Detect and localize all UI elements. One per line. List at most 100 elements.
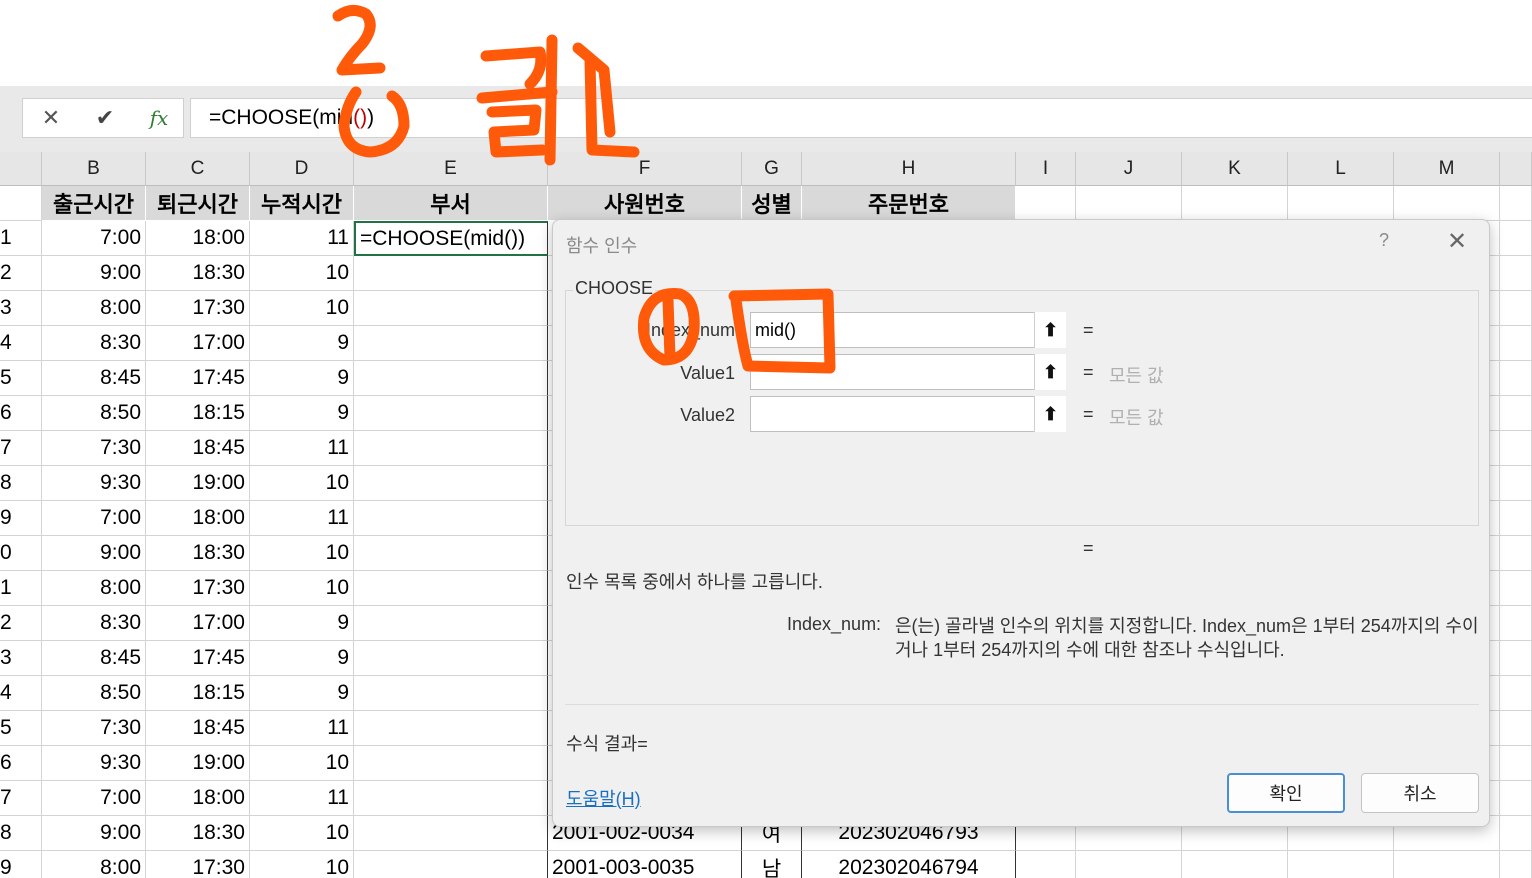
column-header[interactable]: M	[1394, 152, 1500, 186]
empty-cell[interactable]	[1500, 641, 1532, 676]
empty-cell[interactable]	[1394, 851, 1500, 878]
column-header[interactable]: F	[548, 152, 742, 186]
header-cell[interactable]: 사원번호	[548, 186, 742, 221]
formula-input[interactable]: =CHOOSE(mid())	[190, 98, 1532, 138]
empty-cell[interactable]	[1500, 746, 1532, 781]
table-cell[interactable]: 17:30	[146, 291, 250, 326]
header-cell[interactable]: 주문번호	[802, 186, 1016, 221]
table-cell[interactable]: 9:00	[42, 536, 146, 571]
table-cell[interactable]: 7:00	[42, 781, 146, 816]
table-cell[interactable]	[354, 396, 548, 431]
table-cell[interactable]: 9	[250, 606, 354, 641]
enter-formula-button[interactable]: ✔	[85, 99, 125, 137]
table-cell[interactable]: 18:30	[146, 536, 250, 571]
collapse-dialog-button[interactable]: ⬆	[1034, 354, 1066, 390]
row-number[interactable]: 5	[0, 361, 42, 396]
empty-cell[interactable]	[1076, 186, 1182, 221]
row-number[interactable]: 1	[0, 571, 42, 606]
table-cell[interactable]: 17:00	[146, 326, 250, 361]
empty-cell[interactable]	[1016, 851, 1076, 878]
table-cell[interactable]	[354, 466, 548, 501]
table-cell[interactable]: 10	[250, 466, 354, 501]
column-header[interactable]: L	[1288, 152, 1394, 186]
table-cell[interactable]: 8:00	[42, 851, 146, 878]
row-number[interactable]: 4	[0, 326, 42, 361]
table-cell[interactable]: 9:00	[42, 816, 146, 851]
header-cell[interactable]: 출근시간	[42, 186, 146, 221]
table-cell[interactable]: 9	[250, 396, 354, 431]
table-cell[interactable]: 18:00	[146, 781, 250, 816]
empty-cell[interactable]	[1076, 851, 1182, 878]
table-cell[interactable]: 202302046794	[802, 851, 1016, 878]
table-cell[interactable]	[354, 641, 548, 676]
table-cell[interactable]: 18:30	[146, 256, 250, 291]
table-cell[interactable]: 10	[250, 536, 354, 571]
column-header[interactable]: E	[354, 152, 548, 186]
table-cell[interactable]: 10	[250, 256, 354, 291]
help-link[interactable]: 도움말(H)	[566, 785, 641, 811]
empty-cell[interactable]	[1500, 361, 1532, 396]
table-cell[interactable]: 11	[250, 501, 354, 536]
table-cell[interactable]: 7:00	[42, 221, 146, 256]
table-cell[interactable]: 8:30	[42, 606, 146, 641]
cancel-formula-button[interactable]: ✕	[31, 99, 71, 137]
table-cell[interactable]: 18:00	[146, 501, 250, 536]
table-cell[interactable]: 10	[250, 851, 354, 878]
table-cell[interactable]	[354, 851, 548, 878]
table-cell[interactable]: 9	[250, 326, 354, 361]
row-number[interactable]: 4	[0, 676, 42, 711]
empty-cell[interactable]	[1500, 711, 1532, 746]
table-cell[interactable]: 8:00	[42, 291, 146, 326]
row-number[interactable]: 1	[0, 221, 42, 256]
table-cell[interactable]: 10	[250, 571, 354, 606]
table-cell[interactable]: 18:00	[146, 221, 250, 256]
table-cell[interactable]: 9:00	[42, 256, 146, 291]
empty-cell[interactable]	[1500, 186, 1532, 221]
empty-cell[interactable]	[1182, 186, 1288, 221]
table-cell[interactable]: 17:45	[146, 361, 250, 396]
table-cell[interactable]: =CHOOSE(mid())	[354, 221, 548, 256]
table-cell[interactable]	[354, 781, 548, 816]
table-cell[interactable]: 10	[250, 746, 354, 781]
column-header[interactable]: I	[1016, 152, 1076, 186]
empty-cell[interactable]	[1500, 781, 1532, 816]
arg-input-index-num[interactable]: mid()	[750, 312, 1066, 348]
header-cell[interactable]: 퇴근시간	[146, 186, 250, 221]
empty-cell[interactable]	[1500, 851, 1532, 878]
table-cell[interactable]	[354, 361, 548, 396]
table-cell[interactable]: 남	[742, 851, 802, 878]
empty-cell[interactable]	[1500, 466, 1532, 501]
table-cell[interactable]: 17:30	[146, 571, 250, 606]
table-cell[interactable]: 19:00	[146, 746, 250, 781]
table-cell[interactable]: 2001-003-0035	[548, 851, 742, 878]
row-number[interactable]: 7	[0, 431, 42, 466]
table-cell[interactable]: 18:30	[146, 816, 250, 851]
empty-cell[interactable]	[1500, 326, 1532, 361]
column-header[interactable]	[1500, 152, 1532, 186]
empty-cell[interactable]	[1016, 186, 1076, 221]
table-cell[interactable]: 8:30	[42, 326, 146, 361]
header-cell[interactable]: 부서	[354, 186, 548, 221]
table-cell[interactable]: 17:00	[146, 606, 250, 641]
column-header[interactable]: K	[1182, 152, 1288, 186]
empty-cell[interactable]	[1500, 676, 1532, 711]
row-number[interactable]: 9	[0, 851, 42, 878]
empty-cell[interactable]	[1500, 571, 1532, 606]
table-cell[interactable]: 8:50	[42, 396, 146, 431]
table-cell[interactable]: 19:00	[146, 466, 250, 501]
empty-cell[interactable]	[1500, 501, 1532, 536]
column-header[interactable]: J	[1076, 152, 1182, 186]
table-cell[interactable]: 8:45	[42, 361, 146, 396]
dialog-close-button[interactable]: ✕	[1443, 224, 1471, 258]
ok-button[interactable]: 확인	[1227, 773, 1345, 813]
empty-cell[interactable]	[1500, 291, 1532, 326]
row-number[interactable]: 2	[0, 256, 42, 291]
table-cell[interactable]: 8:45	[42, 641, 146, 676]
table-cell[interactable]	[354, 536, 548, 571]
row-number[interactable]: 2	[0, 606, 42, 641]
row-number[interactable]: 7	[0, 781, 42, 816]
table-cell[interactable]: 18:45	[146, 431, 250, 466]
table-cell[interactable]: 9:30	[42, 466, 146, 501]
table-cell[interactable]: 18:45	[146, 711, 250, 746]
table-cell[interactable]: 9	[250, 641, 354, 676]
